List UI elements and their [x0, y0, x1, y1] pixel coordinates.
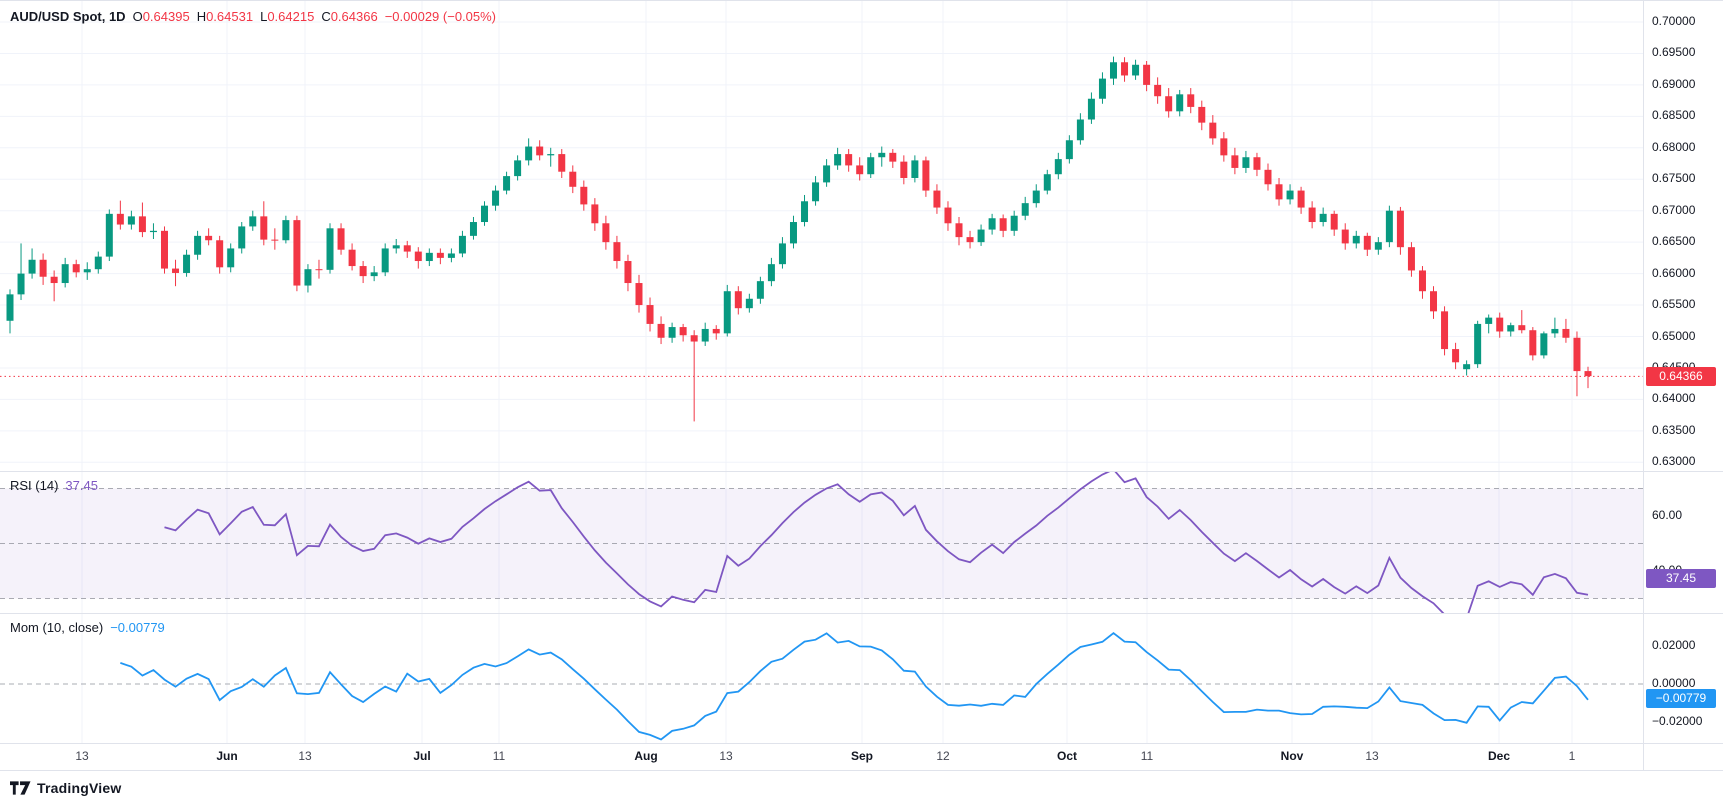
- price-axis-label: 0.69500: [1652, 45, 1695, 59]
- price-axis-label: 0.66500: [1652, 234, 1695, 248]
- time-axis-separator: [0, 743, 1723, 744]
- ohlc-low: L0.64215: [260, 9, 314, 24]
- rsi-value-tag: 37.45: [1646, 569, 1716, 588]
- ohlc-high: H0.64531: [197, 9, 253, 24]
- ohlc-open: O0.64395: [133, 9, 190, 24]
- rsi-legend[interactable]: RSI (14) 37.45: [10, 478, 98, 493]
- tradingview-chart-widget: AUD/USD Spot, 1D O0.64395 H0.64531 L0.64…: [0, 0, 1723, 803]
- time-axis-day-label: 11: [493, 749, 505, 763]
- price-axis-label: 0.70000: [1652, 14, 1695, 28]
- current-price-tag: 0.64366: [1646, 367, 1716, 386]
- tradingview-logo-link[interactable]: TradingView: [10, 780, 121, 796]
- main-legend[interactable]: AUD/USD Spot, 1D O0.64395 H0.64531 L0.64…: [10, 9, 496, 24]
- time-axis-month-label: Jul: [413, 749, 430, 763]
- time-axis-month-label: Sep: [851, 749, 873, 763]
- candlestick-chart[interactable]: [0, 1, 1643, 471]
- momentum-value-tag: −0.00779: [1646, 689, 1716, 708]
- momentum-axis-label: 0.00000: [1652, 676, 1695, 690]
- symbol-title: AUD/USD Spot, 1D: [10, 9, 126, 24]
- rsi-panel[interactable]: [0, 471, 1643, 613]
- footer-bar: TradingView: [0, 771, 1723, 803]
- momentum-axis-label: −0.02000: [1652, 714, 1702, 728]
- brand-name: TradingView: [37, 780, 121, 796]
- time-axis-day-label: 11: [1141, 749, 1153, 763]
- momentum-value: −0.00779: [110, 620, 165, 635]
- time-axis-month-label: Jun: [216, 749, 237, 763]
- rsi-chart[interactable]: [0, 471, 1643, 613]
- price-change: −0.00029 (−0.05%): [385, 9, 496, 24]
- momentum-chart[interactable]: [0, 613, 1643, 743]
- price-axis-label: 0.63000: [1652, 454, 1695, 468]
- time-axis-day-label: 12: [936, 749, 949, 763]
- time-axis-month-label: Dec: [1488, 749, 1510, 763]
- momentum-legend[interactable]: Mom (10, close) −0.00779: [10, 620, 165, 635]
- rsi-title: RSI (14): [10, 478, 58, 493]
- tradingview-logo-icon: [10, 780, 31, 796]
- time-axis-day-label: 13: [1365, 749, 1378, 763]
- time-axis-day-label: 13: [298, 749, 311, 763]
- time-axis-day-label: 13: [75, 749, 88, 763]
- price-axis-label: 0.68500: [1652, 108, 1695, 122]
- ohlc-close: C0.64366: [321, 9, 377, 24]
- time-axis-month-label: Oct: [1057, 749, 1077, 763]
- main-price-panel[interactable]: [0, 1, 1643, 471]
- price-axis-label: 0.66000: [1652, 266, 1695, 280]
- momentum-axis-label: 0.02000: [1652, 638, 1695, 652]
- price-axis-separator: [1643, 1, 1644, 771]
- rsi-axis-label: 60.00: [1652, 508, 1682, 522]
- rsi-value: 37.45: [65, 478, 98, 493]
- momentum-title: Mom (10, close): [10, 620, 103, 635]
- time-axis-month-label: Aug: [634, 749, 657, 763]
- panel-separator-momentum: [0, 613, 1723, 614]
- time-axis-month-label: Nov: [1281, 749, 1304, 763]
- price-axis-label: 0.63500: [1652, 423, 1695, 437]
- momentum-panel[interactable]: [0, 613, 1643, 743]
- time-axis-day-label: 1: [1569, 749, 1576, 763]
- price-axis-label: 0.65500: [1652, 297, 1695, 311]
- price-axis-label: 0.68000: [1652, 140, 1695, 154]
- time-axis-day-label: 13: [719, 749, 732, 763]
- price-axis-label: 0.65000: [1652, 329, 1695, 343]
- price-axis-label: 0.67000: [1652, 203, 1695, 217]
- price-axis-label: 0.64000: [1652, 391, 1695, 405]
- price-axis-label: 0.67500: [1652, 171, 1695, 185]
- price-axis-label: 0.69000: [1652, 77, 1695, 91]
- panel-separator-rsi: [0, 471, 1723, 472]
